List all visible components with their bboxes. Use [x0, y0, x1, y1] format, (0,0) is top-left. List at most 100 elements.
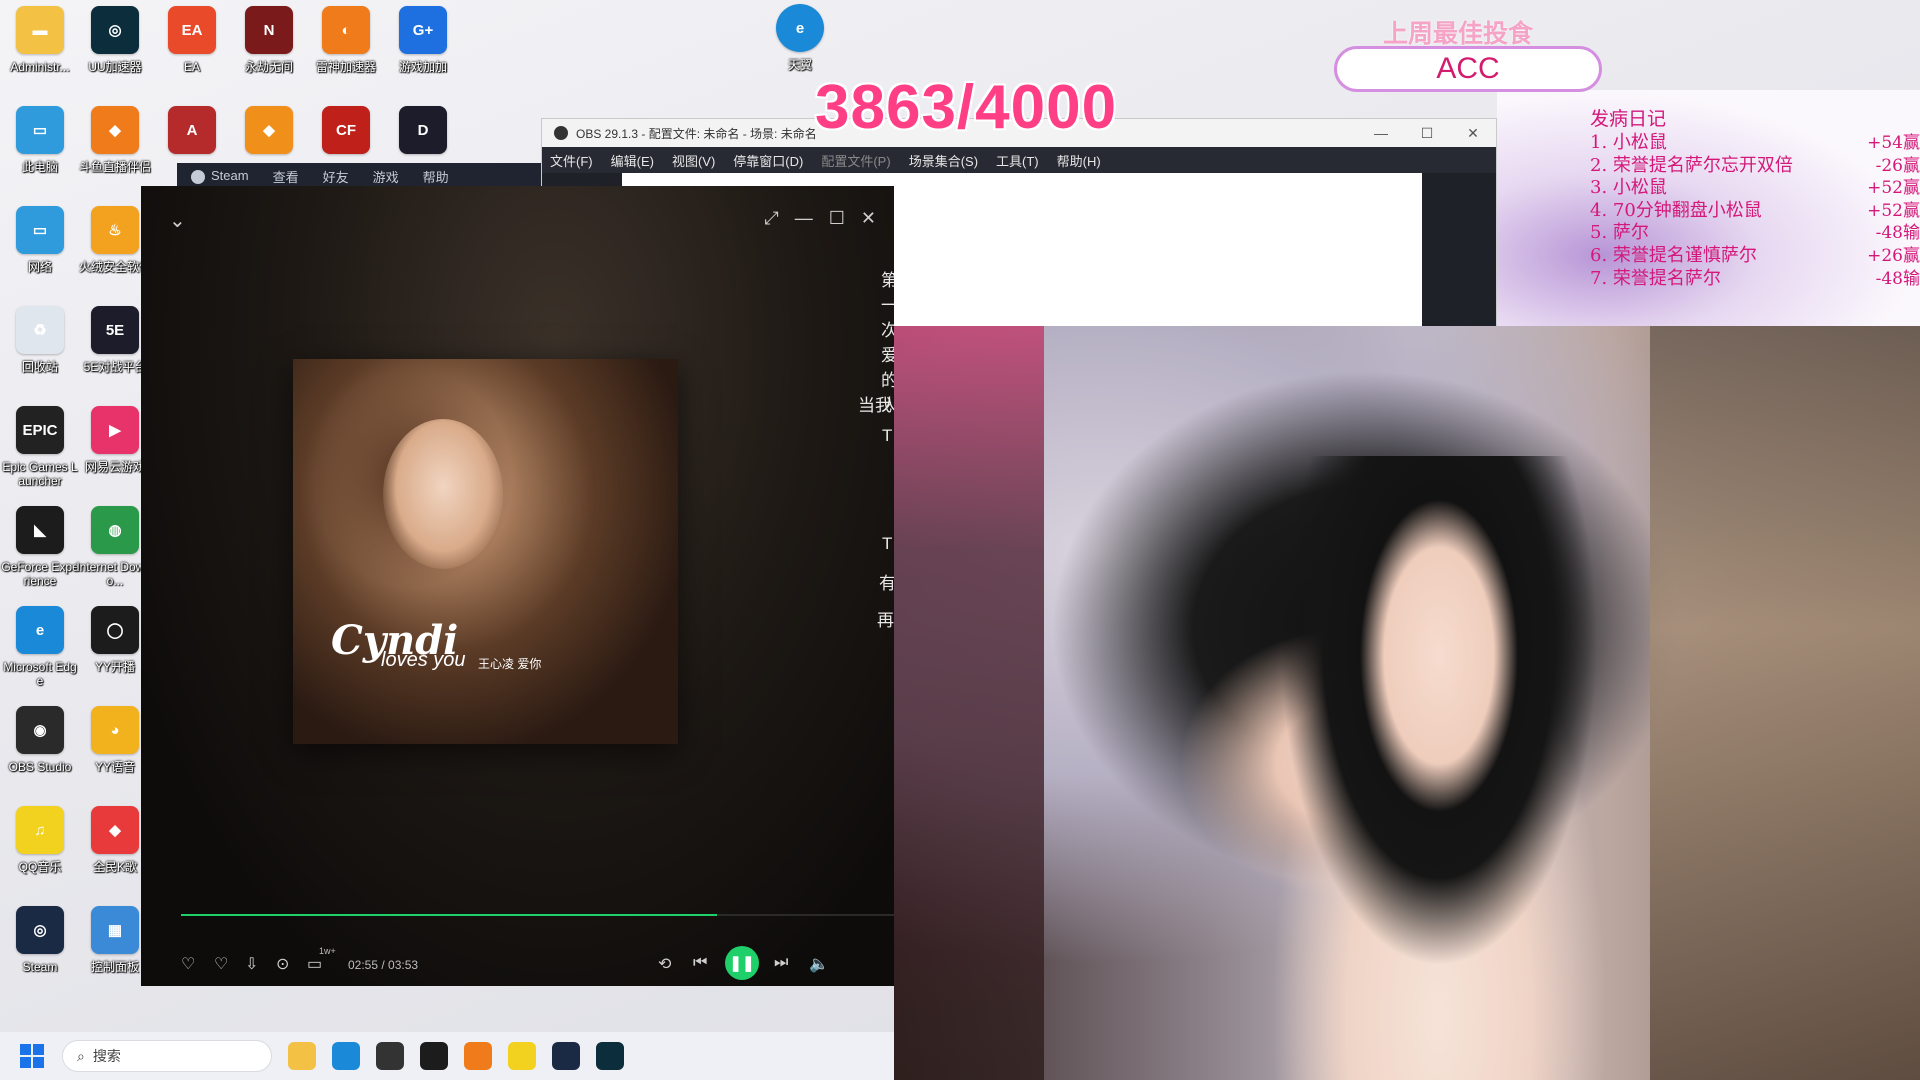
diary-result: -48输: [1875, 223, 1920, 244]
album-chinese-title: 王心凌 爱你: [478, 657, 542, 671]
comments-badge: 1w+: [319, 946, 336, 956]
close-button[interactable]: ✕: [1450, 125, 1496, 142]
maximize-button[interactable]: ☐: [1404, 125, 1450, 142]
steam-menu-item[interactable]: Steam: [191, 168, 249, 184]
app-icon: ◣: [16, 506, 64, 554]
taskbar-app-uu[interactable]: [596, 1042, 624, 1070]
menu-edit[interactable]: 编辑(E): [611, 151, 654, 170]
menu-tools[interactable]: 工具(T): [996, 151, 1039, 170]
desktop-icon-label: 斗鱼直播伴侣: [78, 160, 151, 174]
diary-result: +52赢: [1867, 200, 1920, 221]
menu-dock[interactable]: 停靠窗口(D): [733, 151, 803, 170]
desktop-icon[interactable]: ▭ 此电脑: [0, 106, 80, 196]
steam-menu-item[interactable]: 好友: [323, 167, 349, 186]
taskbar-app-steam[interactable]: [552, 1042, 580, 1070]
diary-entry: 7. 荣誉提名萨尔: [1590, 267, 1721, 289]
lyric-line: 当我: [858, 396, 892, 415]
desktop-icon[interactable]: ♫ QQ音乐: [0, 806, 80, 896]
search-placeholder: 搜索: [92, 1048, 121, 1064]
taskbar-app-edge[interactable]: [332, 1042, 360, 1070]
heart-icon[interactable]: ♡: [181, 954, 195, 974]
previous-icon[interactable]: ⏮: [693, 954, 707, 972]
webcam-shelf-right: [1650, 326, 1920, 1080]
diary-row: 4. 70分钟翻盘小松鼠 +52赢: [1590, 200, 1920, 223]
repeat-icon[interactable]: ⟲: [658, 954, 671, 974]
menu-scene-collection[interactable]: 场景集合(S): [909, 151, 978, 170]
volume-icon[interactable]: 🔈: [809, 954, 829, 974]
app-icon: ◆: [91, 106, 139, 154]
desktop-icon-label: EA: [183, 60, 200, 74]
menu-profile[interactable]: 配置文件(P): [821, 151, 890, 170]
close-icon[interactable]: ✕: [861, 208, 876, 229]
lyric-line: T: [882, 426, 893, 445]
taskbar-app-file-explorer[interactable]: [288, 1042, 316, 1070]
desktop-icon[interactable]: ◉ OBS Studio: [0, 706, 80, 796]
app-icon: N: [245, 6, 293, 54]
taskbar-search[interactable]: ⌕ 搜索: [62, 1040, 272, 1072]
diary-entry: 2. 荣誉提名萨尔忘开双倍: [1590, 154, 1793, 176]
pause-button[interactable]: ❚❚: [725, 946, 759, 980]
desktop-icon[interactable]: e Microsoft Edge: [0, 606, 80, 696]
webcam-shelf-left: [894, 326, 1044, 1080]
fullscreen-icon[interactable]: ⤢: [764, 208, 778, 229]
desktop-icon[interactable]: G+ 游戏加加: [383, 6, 463, 96]
app-icon: EA: [168, 6, 216, 54]
desktop-icon[interactable]: ◐ 雷神加速器: [306, 6, 386, 96]
desktop-icon[interactable]: ◆ 斗鱼直播伴侣: [75, 106, 155, 196]
diary-result: -48输: [1875, 268, 1920, 289]
comment-icon[interactable]: ▭: [307, 954, 322, 974]
diary-entry: 3. 小松鼠: [1590, 177, 1667, 199]
app-icon: ♨: [91, 206, 139, 254]
diary-title: 发病日记: [1590, 108, 1667, 130]
menu-view[interactable]: 视图(V): [672, 151, 715, 170]
windows-start-icon[interactable]: [20, 1044, 44, 1068]
album-subtitle: loves you: [381, 649, 466, 671]
app-icon: D: [399, 106, 447, 154]
app-icon: EPIC: [16, 406, 64, 454]
steam-menu-item[interactable]: 帮助: [423, 167, 449, 186]
more-icon[interactable]: ⊙: [276, 954, 289, 974]
desktop-icon-label: OBS Studio: [8, 760, 72, 774]
menu-file[interactable]: 文件(F): [550, 151, 593, 170]
app-icon: CF: [322, 106, 370, 154]
webcam-person: [1224, 456, 1654, 1080]
progress-bar[interactable]: [181, 914, 894, 916]
desktop-icon-label: 5E对战平台: [83, 360, 147, 374]
menu-help[interactable]: 帮助(H): [1057, 151, 1101, 170]
taskbar: ⌕ 搜索: [0, 1032, 894, 1080]
desktop-icon-label: Epic Games Launcher: [2, 460, 78, 488]
desktop-icon[interactable]: ♻ 回收站: [0, 306, 80, 396]
diary-entry: 6. 荣誉提名谨慎萨尔: [1590, 244, 1757, 266]
diary-row: 5. 萨尔 -48输: [1590, 222, 1920, 245]
lyric-line: 再: [877, 611, 894, 630]
next-icon[interactable]: ⏭: [774, 954, 788, 972]
desktop-icon[interactable]: N 永劫无间: [229, 6, 309, 96]
desktop-icon[interactable]: EPIC Epic Games Launcher: [0, 406, 80, 496]
chevron-down-icon[interactable]: ⌄: [169, 208, 186, 233]
dislike-heart-icon[interactable]: ♡: [214, 954, 228, 974]
taskbar-app-qq-music[interactable]: [508, 1042, 536, 1070]
minimize-button[interactable]: —: [1358, 125, 1404, 142]
diary-entry: 1. 小松鼠: [1590, 132, 1667, 153]
taskbar-app-douyu[interactable]: [464, 1042, 492, 1070]
desktop-icon-label: Microsoft Edge: [3, 660, 77, 688]
diary-row: 6. 荣誉提名谨慎萨尔 +26赢: [1590, 245, 1920, 268]
app-icon: ♻: [16, 306, 64, 354]
best-feeder-name: ACC: [1334, 46, 1602, 92]
diary-panel: 发病日记 1. 小松鼠 +54赢 2. 荣誉提名萨尔忘开双倍 -26赢 3. 小松鼠 +5…: [1590, 104, 1920, 290]
diary-result: +52赢: [1867, 178, 1920, 199]
desktop-icon[interactable]: ▭ 网络: [0, 206, 80, 296]
download-icon[interactable]: ⇩: [245, 954, 258, 974]
desktop-icon[interactable]: EA EA: [152, 6, 232, 96]
desktop-icon[interactable]: ◎ Steam: [0, 906, 80, 996]
minimize-icon[interactable]: —: [795, 208, 813, 229]
taskbar-app-yy[interactable]: [420, 1042, 448, 1070]
steam-menu-item[interactable]: 游戏: [373, 167, 399, 186]
desktop-icon[interactable]: ◎ UU加速器: [75, 6, 155, 96]
app-icon: ▦: [91, 906, 139, 954]
maximize-icon[interactable]: ☐: [829, 208, 845, 229]
taskbar-app-app-red[interactable]: [376, 1042, 404, 1070]
steam-menu-item[interactable]: 查看: [273, 167, 299, 186]
desktop-icon[interactable]: ▬ Administr...: [0, 6, 80, 96]
desktop-icon[interactable]: ◣ GeForce Experience: [0, 506, 80, 596]
